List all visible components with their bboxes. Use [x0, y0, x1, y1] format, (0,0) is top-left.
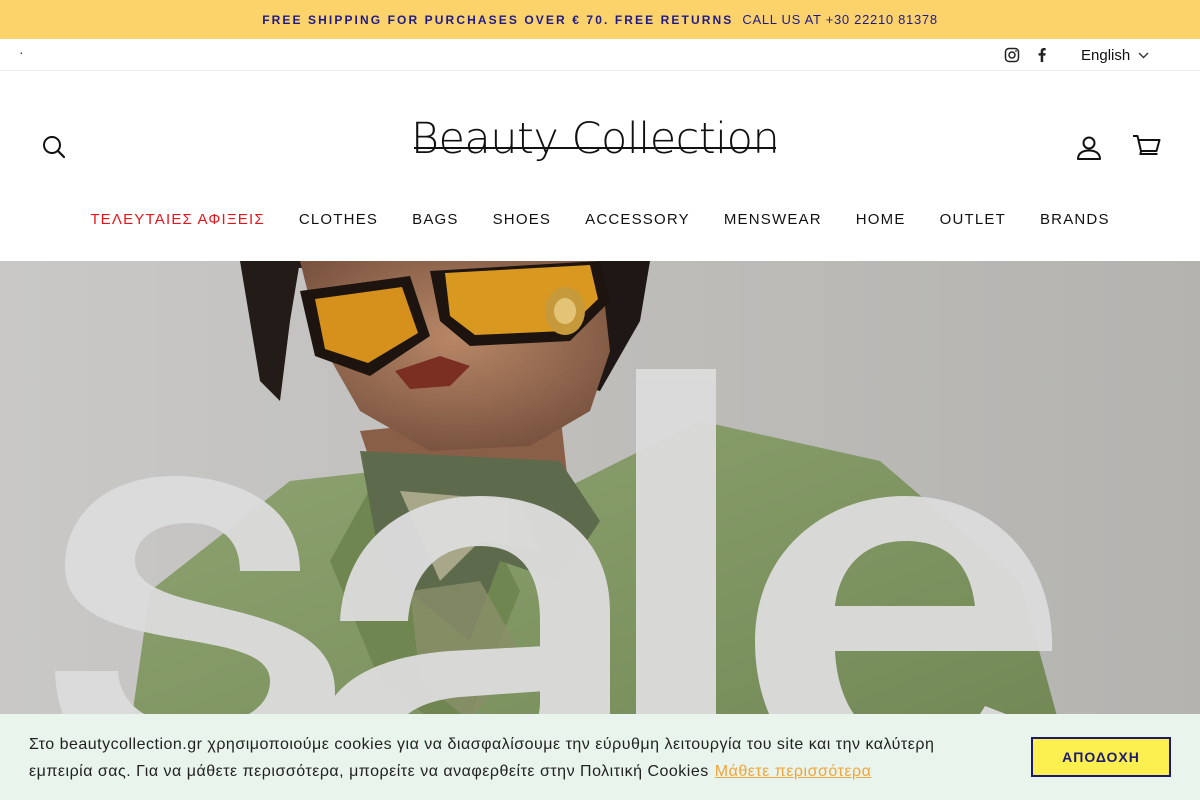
site-header: Beauty Collection ΤΕΛΕΥΤΑΙΕΣ ΑΦΙΞΕΙΣ CLO…	[0, 71, 1200, 261]
search-icon[interactable]	[41, 134, 67, 160]
announcement-bar: FREE SHIPPING FOR PURCHASES OVER € 70. F…	[0, 0, 1200, 39]
utility-bar: · English	[0, 39, 1200, 71]
utility-dot: ·	[19, 44, 24, 60]
hero-word: sale	[0, 261, 29, 265]
main-navigation: ΤΕΛΕΥΤΑΙΕΣ ΑΦΙΞΕΙΣ CLOTHES BAGS SHOES AC…	[0, 211, 1200, 233]
nav-item-bags[interactable]: BAGS	[395, 211, 475, 233]
cookie-learn-more-link[interactable]: Μάθετε περισσότερα	[715, 763, 872, 780]
nav-item-home[interactable]: HOME	[839, 211, 923, 233]
cookie-accept-button[interactable]: ΑΠΟΔΟΧΗ	[1031, 737, 1171, 777]
nav-item-clothes[interactable]: CLOTHES	[282, 211, 395, 233]
site-logo[interactable]: Beauty Collection	[410, 111, 780, 167]
chevron-down-icon	[1138, 52, 1149, 59]
nav-item-outlet[interactable]: OUTLET	[923, 211, 1023, 233]
facebook-icon[interactable]	[1033, 46, 1051, 64]
cookie-banner: Στο beautycollection.gr χρησιμοποιούμε c…	[0, 714, 1200, 800]
nav-item-shoes[interactable]: SHOES	[476, 211, 569, 233]
shipping-promo-text: FREE SHIPPING FOR PURCHASES OVER € 70. F…	[262, 12, 734, 27]
language-label: English	[1081, 47, 1131, 64]
nav-item-brands[interactable]: BRANDS	[1023, 211, 1127, 233]
nav-item-new-arrivals[interactable]: ΤΕΛΕΥΤΑΙΕΣ ΑΦΙΞΕΙΣ	[73, 211, 282, 233]
logo-underline	[414, 147, 776, 149]
logo-text: Beauty Collection	[410, 114, 780, 164]
nav-item-menswear[interactable]: MENSWEAR	[707, 211, 839, 233]
instagram-icon[interactable]	[1003, 46, 1021, 64]
language-selector[interactable]: English	[1081, 47, 1149, 64]
call-us-text[interactable]: CALL US AT +30 22210 81378	[742, 12, 937, 27]
account-icon[interactable]	[1076, 135, 1102, 161]
nav-item-accessory[interactable]: ACCESSORY	[568, 211, 707, 233]
cookie-message-block: Στο beautycollection.gr χρησιμοποιούμε c…	[29, 731, 989, 785]
cart-icon[interactable]	[1132, 133, 1162, 161]
